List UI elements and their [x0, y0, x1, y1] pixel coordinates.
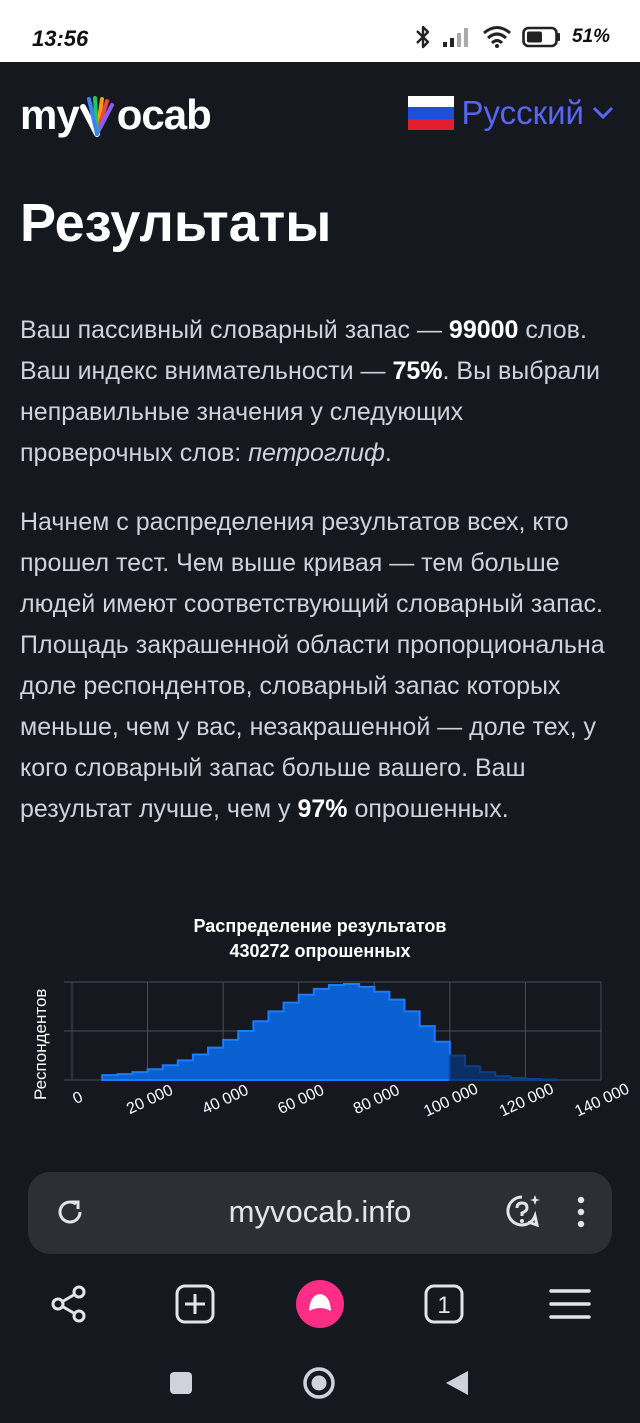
- clock: 13:56: [32, 26, 89, 51]
- status-icons: 51%: [414, 24, 610, 50]
- x-tick-label: 100 000: [421, 1080, 481, 1120]
- plus-square-icon: [175, 1284, 215, 1324]
- myvocab-logo[interactable]: my ocab: [20, 90, 212, 140]
- system-nav-bar: [0, 1348, 640, 1423]
- logo-v-icon: [79, 96, 114, 137]
- alice-icon: [296, 1280, 344, 1328]
- page-title: Результаты: [20, 193, 332, 253]
- tabs-count-icon: 1: [424, 1284, 464, 1324]
- x-tick-label: 40 000: [200, 1082, 252, 1118]
- x-tick-label: 120 000: [497, 1080, 557, 1120]
- language-selector[interactable]: Русский: [407, 94, 614, 132]
- signal-icon: [442, 28, 468, 47]
- summary-text-1: Ваш пассивный словарный запас —: [20, 316, 449, 344]
- alice-assistant-button[interactable]: [296, 1280, 344, 1328]
- results-summary: Ваш пассивный словарный запас — 99000 сл…: [20, 310, 620, 474]
- assistant-chat-icon[interactable]: [502, 1192, 542, 1232]
- site-header: my ocab Русский: [0, 62, 640, 172]
- bluetooth-icon: [416, 25, 430, 49]
- explanation-text-2: опрошенных.: [347, 795, 509, 823]
- russian-flag-icon: [407, 96, 454, 130]
- wrong-word: петроглиф: [248, 439, 385, 467]
- x-tick-label: 140 000: [572, 1080, 632, 1120]
- share-icon: [51, 1285, 86, 1323]
- menu-button[interactable]: [546, 1280, 594, 1328]
- y-axis-label: Респондентов: [31, 989, 50, 1100]
- new-tab-button[interactable]: [171, 1280, 219, 1328]
- x-tick-label: 80 000: [351, 1082, 403, 1118]
- battery-percent: 51%: [571, 26, 610, 47]
- browser-toolbar: 1: [0, 1262, 640, 1342]
- explanation-text-1: Начнем с распределения результатов всех,…: [20, 508, 605, 823]
- battery-icon: [522, 26, 560, 48]
- share-button[interactable]: [45, 1280, 93, 1328]
- attention-index: 75%: [392, 357, 443, 385]
- area-unfilled: [448, 1054, 557, 1081]
- more-options-icon[interactable]: [576, 1192, 586, 1232]
- status-bar: 13:56 51%: [0, 0, 640, 62]
- summary-text-4: .: [384, 439, 392, 467]
- recents-icon[interactable]: [168, 1370, 194, 1396]
- tabs-count: 1: [437, 1292, 450, 1319]
- logo-text-left: my: [20, 91, 80, 138]
- language-label: Русский: [461, 94, 584, 131]
- percentile: 97%: [297, 795, 348, 823]
- distribution-explanation: Начнем с распределения результатов всех,…: [20, 502, 620, 830]
- hamburger-menu-icon: [549, 1289, 591, 1319]
- chart-plot: 0 20 000 40 000 60 000 80 000 100 000 120 000 1…: [31, 981, 632, 1120]
- tabs-button[interactable]: 1: [420, 1280, 468, 1328]
- browser-url-bar[interactable]: myvocab.info: [28, 1172, 612, 1254]
- logo-text-right: ocab: [116, 91, 212, 138]
- x-tick-label: 60 000: [275, 1082, 327, 1118]
- x-tick-label: 20 000: [124, 1082, 176, 1118]
- x-tick-label: 0: [70, 1089, 85, 1108]
- vocab-size: 99000: [448, 316, 519, 344]
- x-tick-labels: 0 20 000 40 000 60 000 80 000 100 000 120 000 1…: [70, 1080, 632, 1120]
- distribution-chart: Распределение результатов 430272 опрошен…: [0, 910, 640, 1160]
- area-filled: [101, 982, 451, 1081]
- home-icon[interactable]: [302, 1366, 336, 1400]
- back-icon[interactable]: [444, 1369, 470, 1397]
- wifi-icon: [483, 26, 511, 48]
- chevron-down-icon: [592, 106, 614, 120]
